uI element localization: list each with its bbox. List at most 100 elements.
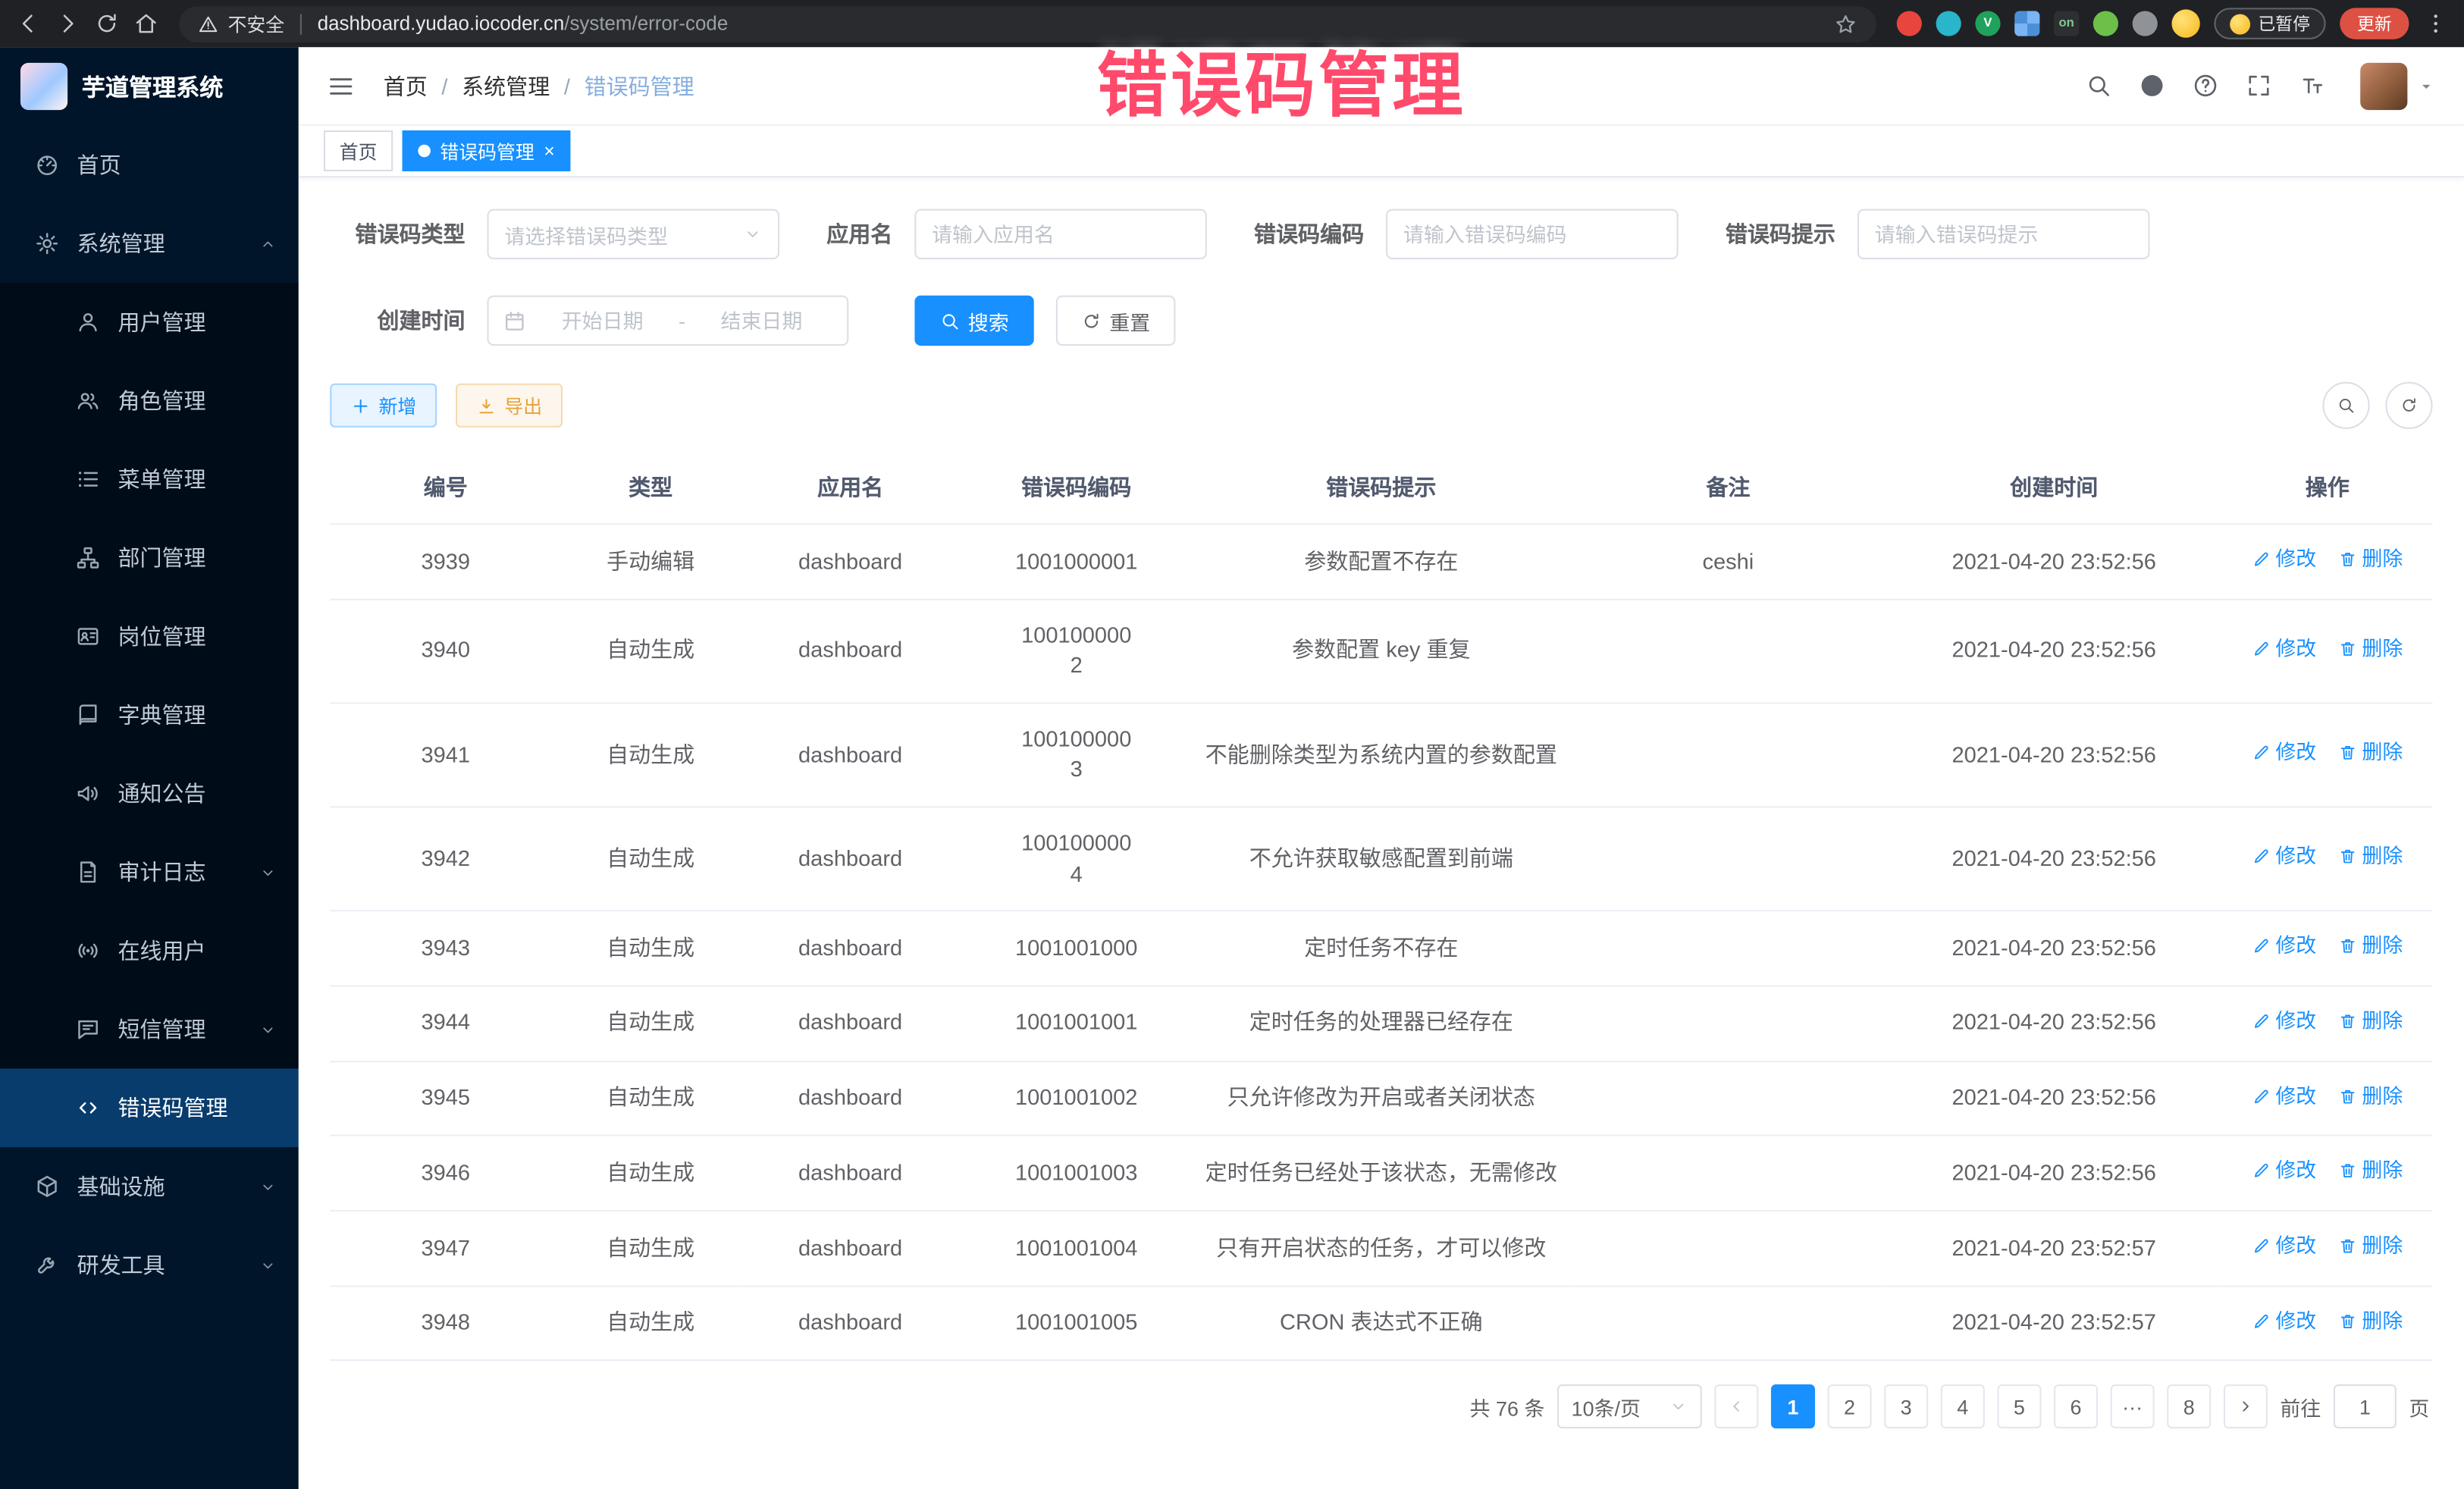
edit-link[interactable]: 修改 [2252,843,2316,872]
page-button[interactable]: 5 [1997,1385,2041,1429]
reload-icon[interactable] [94,11,119,36]
header-action-icon[interactable] [2299,72,2325,99]
export-button[interactable]: 导出 [456,384,563,428]
edit-link[interactable]: 修改 [2252,1157,2316,1186]
app-cell: dashboard [740,911,961,986]
id-cell: 3940 [330,599,561,703]
table-refresh-icon[interactable] [2385,382,2432,429]
date-range-picker[interactable]: - [487,296,849,346]
view-tab[interactable]: 首页 × [324,130,393,171]
delete-link[interactable]: 删除 [2338,545,2403,574]
id-cell: 3944 [330,986,561,1061]
error-code-input[interactable] [1386,209,1679,259]
sidebar-item[interactable]: 岗位管理 [0,597,299,676]
filter-label: 错误码编码 [1254,218,1364,249]
paused-badge[interactable]: 已暂停 [2214,8,2325,39]
extension-icon[interactable] [1897,11,1922,36]
header-action-icon[interactable] [2085,72,2111,99]
delete-link[interactable]: 删除 [2338,738,2403,767]
sidebar-item-label: 系统管理 [77,228,165,259]
home-icon[interactable] [133,11,158,36]
sidebar-item[interactable]: 首页 [0,126,299,205]
app-name-input[interactable] [914,209,1207,259]
add-button[interactable]: 新增 [330,384,437,428]
delete-link[interactable]: 删除 [2338,1007,2403,1036]
sidebar-item[interactable]: 系统管理 [0,204,299,283]
user-avatar[interactable] [2360,62,2407,109]
edit-link[interactable]: 修改 [2252,933,2316,961]
search-button[interactable]: 搜索 [914,296,1034,346]
page-button[interactable]: 1 [1771,1385,1815,1429]
table-row: 3941 自动生成 dashboard 100100000 3 不能删除类型为系… [330,703,2432,807]
delete-link[interactable]: 删除 [2338,1157,2403,1186]
sidebar-item[interactable]: 审计日志 [0,833,299,912]
error-hint-input[interactable] [1857,209,2150,259]
bookmark-star-icon[interactable] [1834,12,1857,36]
edit-link[interactable]: 修改 [2252,738,2316,767]
remark-cell [1570,807,1886,911]
delete-link[interactable]: 删除 [2338,843,2403,872]
extension-icon[interactable]: on [2054,11,2079,36]
table-search-icon[interactable] [2322,382,2369,429]
sidebar-item[interactable]: 基础设施 [0,1147,299,1226]
back-icon[interactable] [16,11,41,36]
breadcrumb-item[interactable]: 首页 [384,70,428,101]
sidebar-item[interactable]: 错误码管理 [0,1068,299,1147]
edit-link[interactable]: 修改 [2252,1232,2316,1261]
delete-icon [2338,550,2357,569]
sidebar-item[interactable]: 短信管理 [0,990,299,1069]
sidebar-item[interactable]: 在线用户 [0,911,299,990]
edit-link[interactable]: 修改 [2252,635,2316,663]
app-logo-row[interactable]: 芋道管理系统 [0,47,299,126]
goto-page-input[interactable] [2334,1385,2397,1429]
prev-page-button[interactable] [1714,1385,1758,1429]
error-type-select[interactable]: 请选择错误码类型 [487,209,780,259]
end-date-input[interactable] [690,309,832,332]
extension-icon[interactable] [2014,11,2039,36]
page-button[interactable]: ··· [2111,1385,2155,1429]
page-size-select[interactable]: 10条/页 [1557,1385,1702,1429]
delete-link[interactable]: 删除 [2338,635,2403,663]
address-bar[interactable]: 不安全 dashboard.yudao.iocoder.cn/system/er… [179,5,1876,42]
edit-link[interactable]: 修改 [2252,1007,2316,1036]
sidebar-item[interactable]: 通知公告 [0,754,299,833]
next-page-button[interactable] [2224,1385,2268,1429]
sidebar-item[interactable]: 角色管理 [0,362,299,440]
edit-link[interactable]: 修改 [2252,545,2316,574]
forward-icon[interactable] [55,11,80,36]
page-button[interactable]: 2 [1827,1385,1871,1429]
page-button[interactable]: 3 [1884,1385,1928,1429]
delete-link[interactable]: 删除 [2338,933,2403,961]
header-action-icon[interactable] [2192,72,2218,99]
view-tab[interactable]: 错误码管理 × [403,130,571,171]
delete-link[interactable]: 删除 [2338,1082,2403,1111]
browser-menu-icon[interactable] [2423,11,2448,36]
page-button[interactable]: 8 [2167,1385,2211,1429]
extension-icon[interactable] [1936,11,1961,36]
header-action-icon[interactable] [2246,72,2272,99]
sidebar-item[interactable]: 部门管理 [0,519,299,597]
sidebar-item[interactable]: 用户管理 [0,283,299,362]
extension-icon[interactable]: V [1975,11,2000,36]
sidebar-item[interactable]: 菜单管理 [0,440,299,519]
sidebar-item[interactable]: 研发工具 [0,1226,299,1305]
sidebar-item[interactable]: 字典管理 [0,676,299,754]
reset-button[interactable]: 重置 [1056,296,1176,346]
breadcrumb-item[interactable]: 系统管理 [462,70,550,101]
delete-link[interactable]: 删除 [2338,1307,2403,1336]
page-button[interactable]: 6 [2054,1385,2098,1429]
header-action-icon[interactable] [2139,72,2165,99]
edit-link[interactable]: 修改 [2252,1082,2316,1111]
close-icon[interactable]: × [544,142,555,161]
page-button[interactable]: 4 [1941,1385,1985,1429]
profile-avatar[interactable] [2171,9,2199,37]
sidebar-toggle-icon[interactable] [327,71,355,99]
caret-down-icon[interactable] [2417,77,2436,96]
page-size-value: 10条/页 [1572,1392,1641,1422]
extension-icon[interactable] [2133,11,2158,36]
update-button[interactable]: 更新 [2340,8,2409,39]
edit-link[interactable]: 修改 [2252,1307,2316,1336]
delete-link[interactable]: 删除 [2338,1232,2403,1261]
start-date-input[interactable] [531,309,674,332]
extension-icon[interactable] [2093,11,2118,36]
